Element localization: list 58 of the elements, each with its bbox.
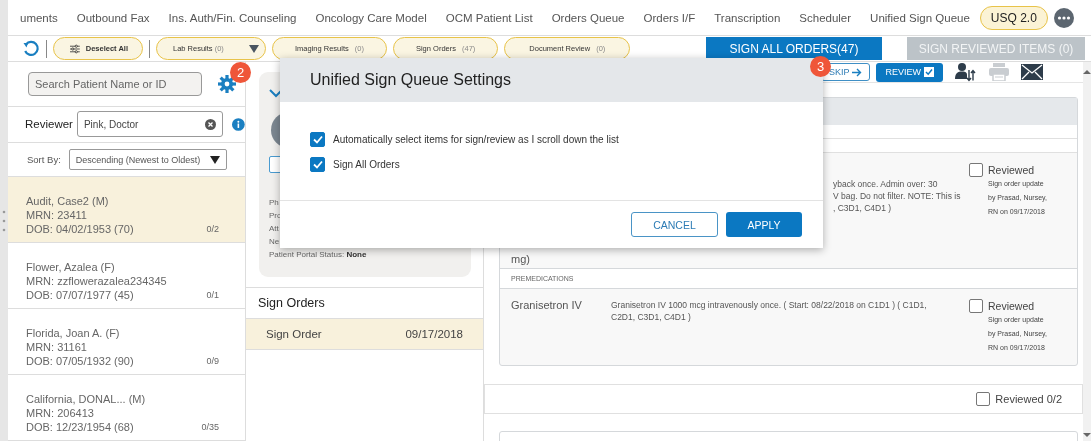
reviewed-checkbox[interactable]: Reviewed	[969, 299, 1035, 313]
review-button[interactable]: REVIEW	[876, 62, 943, 82]
nav-tab[interactable]: Ins. Auth/Fin. Counseling	[168, 11, 297, 24]
order-description: yback once. Admin over: 30	[833, 178, 939, 190]
patient-mrn: MRN: 206413	[26, 407, 95, 420]
patient-list-item[interactable]: Florida, Joan A. (F) MRN: 31161 DOB: 07/05/1932 (90) 0/9	[8, 309, 245, 375]
patient-name: Audit, Case2 (M)	[26, 195, 110, 208]
drug-name: Granisetron IV	[511, 299, 582, 311]
order-description: , C3D1, C4D1 )	[833, 202, 893, 214]
sort-label: Sort By:	[27, 154, 61, 166]
review-count: 0/9	[206, 356, 219, 368]
patient-detail: Ph	[269, 198, 280, 207]
review-count: 0/35	[201, 422, 219, 434]
sort-dropdown[interactable]: Descending (Newest to Oldest)	[68, 149, 227, 171]
patient-dob: DOB: 07/05/1932 (90)	[26, 355, 134, 368]
patient-mrn: MRN: 23411	[26, 209, 88, 222]
option-checkbox[interactable]: Automatically select items for sign/review as I scroll down the list	[310, 132, 823, 147]
nav-tab[interactable]: Outbound Fax	[76, 11, 150, 24]
patient-list-item[interactable]: California, DONAL... (M) MRN: 206413 DOB: 12/23/1954 (68) 0/35	[8, 375, 245, 441]
patient-dob: DOB: 07/07/1977 (45)	[26, 289, 135, 302]
drug-name: mg)	[511, 253, 530, 265]
step-badge: 2	[230, 62, 251, 83]
order-description: V bag. Do not filter. NOTE: This is	[833, 190, 962, 202]
option-checkbox[interactable]: Sign All Orders	[310, 157, 823, 172]
order-description: Granisetron IV 1000 mcg intravenously once. ( Start: 08/22/2018 on C1D1 ) ( C1D1,	[611, 299, 928, 311]
patient-name: Flower, Azalea (F)	[26, 261, 116, 274]
patient-dob: DOB: 12/23/1954 (68)	[26, 421, 135, 434]
patient-dob: DOB: 04/02/1953 (70)	[26, 223, 134, 236]
sign-all-button[interactable]: SIGN ALL ORDERS(47)	[706, 37, 882, 60]
portal-status: Patient Portal Status: None	[269, 250, 368, 259]
search-field[interactable]: Search Patient Name or ID	[28, 71, 202, 96]
cancel-button[interactable]: CANCEL	[631, 212, 718, 237]
patient-list-item[interactable]: Audit, Case2 (M) MRN: 23411 DOB: 04/02/1953 (70) 0/2	[8, 177, 245, 243]
nav-tab[interactable]: OCM Patient List	[445, 11, 533, 24]
reviewer-label: Reviewer	[25, 118, 73, 131]
nav-tab[interactable]: Orders I/F	[643, 11, 696, 24]
patient-detail: Att	[269, 224, 280, 233]
nav-tab[interactable]: Orders Queue	[551, 11, 625, 24]
nav-tab[interactable]: Unified Sign Queue	[870, 11, 970, 24]
nav-tab[interactable]: Transcription	[714, 11, 781, 24]
nav-tab[interactable]: Scheduler	[799, 11, 852, 24]
version-badge: USQ 2.0	[979, 5, 1048, 30]
patient-mrn: MRN: 31161	[26, 341, 88, 354]
order-description: C2D1, C3D1, C4D1 )	[611, 311, 692, 323]
reviewed-checkbox[interactable]: Reviewed	[969, 163, 1035, 177]
review-count: 0/1	[206, 290, 219, 302]
patient-mrn: MRN: zzflowerazalea234345	[26, 275, 167, 288]
review-count: 0/2	[206, 224, 219, 236]
sign-order-row[interactable]: Sign Order 09/17/2018	[246, 319, 483, 350]
nav-tab[interactable]: Oncology Care Model	[315, 11, 427, 24]
nav-tab[interactable]: uments	[20, 11, 58, 24]
patient-name: California, DONAL... (M)	[26, 393, 146, 406]
apply-button[interactable]: APPLY	[726, 212, 802, 237]
patient-list-item[interactable]: Flower, Azalea (F) MRN: zzflowerazalea234345 DOB: 07/07/1977 (45) 0/1	[8, 243, 245, 309]
reviewer-field[interactable]: Pink, Doctor	[76, 111, 224, 138]
patient-name: Florida, Joan A. (F)	[26, 327, 121, 340]
patient-detail: Ne	[269, 237, 281, 246]
reviewed-total-checkbox[interactable]: Reviewed 0/2	[976, 392, 1062, 406]
